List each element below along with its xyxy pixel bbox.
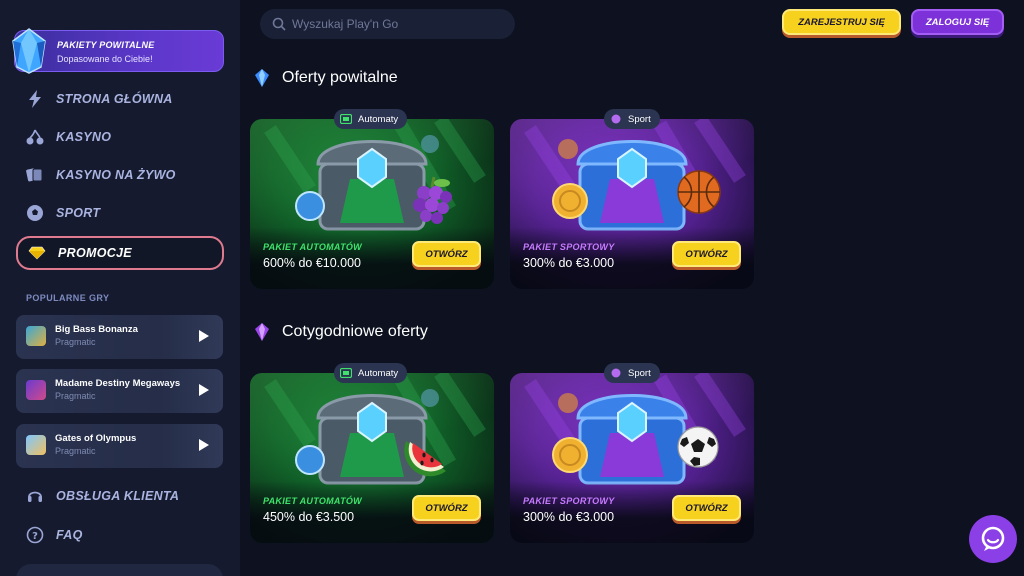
open-offer-button[interactable]: OTWÓRZ [412, 241, 481, 267]
nav-item-live-casino[interactable]: KASYNO NA ŻYWO [16, 158, 224, 192]
cards-icon [24, 164, 46, 186]
open-offer-button[interactable]: OTWÓRZ [412, 495, 481, 521]
category-tag: Sport [604, 109, 660, 129]
cherries-icon [24, 126, 46, 148]
welcome-title: PAKIETY POWITALNE [57, 40, 155, 50]
play-icon[interactable] [199, 330, 209, 342]
slot-machine-icon [340, 114, 352, 124]
purple-gem-icon [255, 323, 269, 341]
offer-amount: 300% do €3.000 [523, 256, 615, 270]
headset-icon [24, 485, 46, 507]
welcome-packages-card[interactable]: PAKIETY POWITALNE Dopasowane do Ciebie! [12, 28, 224, 74]
offer-title: PAKIET AUTOMATÓW [263, 496, 362, 506]
open-offer-button[interactable]: OTWÓRZ [672, 495, 741, 521]
play-icon[interactable] [199, 384, 209, 396]
nav-item-faq[interactable]: ? FAQ [16, 518, 224, 552]
offer-card-sport[interactable]: Sport PAKIET SPORTOWY 300% do €3.000 OTW… [510, 109, 754, 289]
offer-card-sport[interactable]: Sport PAKIET SPORTOWY 300% do €3.000 OTW… [510, 363, 754, 543]
game-thumbnail [26, 326, 46, 346]
treasure-chest-image [264, 373, 486, 485]
category-tag: Sport [604, 363, 660, 383]
crystal-gem-icon [12, 28, 46, 74]
play-icon[interactable] [199, 439, 209, 451]
welcome-subtitle: Dopasowane do Ciebie! [57, 54, 153, 64]
section-title-weekly-offers: Cotygodniowe oferty [254, 321, 428, 343]
nav-item-label: SPORT [56, 206, 101, 220]
nav-item-label: FAQ [56, 528, 83, 542]
offer-title: PAKIET SPORTOWY [523, 242, 615, 252]
nav-item-label: PROMOCJE [58, 246, 132, 260]
game-provider: Pragmatic [55, 337, 96, 347]
treasure-chest-image [264, 119, 486, 231]
slot-machine-icon [340, 368, 352, 378]
game-name: Big Bass Bonanza [55, 324, 138, 335]
lightning-icon [24, 88, 46, 110]
chat-icon [981, 526, 1005, 551]
game-thumbnail [26, 380, 46, 400]
nav-item-label: STRONA GŁÓWNA [56, 92, 173, 106]
offer-amount: 300% do €3.000 [523, 510, 615, 524]
game-provider: Pragmatic [55, 391, 96, 401]
game-name: Madame Destiny Megaways [55, 378, 181, 389]
nav-item-label: KASYNO NA ŻYWO [56, 168, 176, 182]
open-offer-button[interactable]: OTWÓRZ [672, 241, 741, 267]
nav-item-casino[interactable]: KASYNO [16, 120, 224, 154]
register-button[interactable]: ZAREJESTRUJ SIĘ [782, 9, 901, 35]
popular-games-heading: POPULARNE GRY [26, 293, 110, 303]
soccer-ball-icon [24, 202, 46, 224]
nav-item-home[interactable]: STRONA GŁÓWNA [16, 82, 224, 116]
offer-card-slots[interactable]: Automaty PAKIET AUTOMATÓW 600% do €10.00… [250, 109, 494, 289]
watermelon-icon [404, 441, 446, 477]
section-title-welcome-offers: Oferty powitalne [254, 67, 398, 89]
category-tag-label: Sport [628, 367, 651, 379]
search-bar[interactable] [260, 9, 515, 39]
category-tag-label: Sport [628, 113, 651, 125]
language-selector[interactable] [16, 564, 223, 576]
section-title-text: Oferty powitalne [282, 69, 398, 86]
popular-game-item[interactable]: Madame Destiny Megaways Pragmatic [16, 369, 223, 413]
category-tag-label: Automaty [358, 113, 399, 125]
blue-gem-icon [255, 69, 269, 87]
popular-game-item[interactable]: Gates of Olympus Pragmatic [16, 424, 223, 468]
sidebar: PAKIETY POWITALNE Dopasowane do Ciebie! … [0, 0, 240, 576]
svg-text:?: ? [32, 531, 38, 542]
sport-ball-icon [611, 114, 621, 124]
grapes-icon [413, 176, 452, 224]
basketball-icon [677, 170, 721, 214]
live-chat-button[interactable] [969, 515, 1017, 563]
search-input[interactable] [292, 17, 492, 31]
category-tag: Automaty [334, 363, 408, 383]
soccer-ball-icon [677, 426, 719, 468]
popular-game-item[interactable]: Big Bass Bonanza Pragmatic [16, 315, 223, 359]
nav-item-label: OBSŁUGA KLIENTA [56, 489, 180, 503]
question-icon: ? [24, 524, 46, 546]
offer-card-slots[interactable]: Automaty PAKIET AUTOMATÓW 450% do €3.500… [250, 363, 494, 543]
login-button[interactable]: ZALOGUJ SIĘ [911, 9, 1004, 35]
nav-item-sport[interactable]: SPORT [16, 196, 224, 230]
offer-title: PAKIET AUTOMATÓW [263, 242, 362, 252]
game-name: Gates of Olympus [55, 433, 137, 444]
nav-item-customer-support[interactable]: OBSŁUGA KLIENTA [16, 479, 224, 513]
nav-item-label: KASYNO [56, 130, 112, 144]
nav-item-promotions[interactable]: PROMOCJE [16, 236, 224, 270]
category-tag: Automaty [334, 109, 408, 129]
offer-title: PAKIET SPORTOWY [523, 496, 615, 506]
offer-amount: 600% do €10.000 [263, 256, 362, 270]
game-provider: Pragmatic [55, 446, 96, 456]
diamond-icon [26, 242, 48, 264]
offer-amount: 450% do €3.500 [263, 510, 355, 524]
search-icon [272, 17, 286, 31]
sport-ball-icon [611, 368, 621, 378]
section-title-text: Cotygodniowe oferty [282, 323, 428, 340]
game-thumbnail [26, 435, 46, 455]
category-tag-label: Automaty [358, 367, 399, 379]
